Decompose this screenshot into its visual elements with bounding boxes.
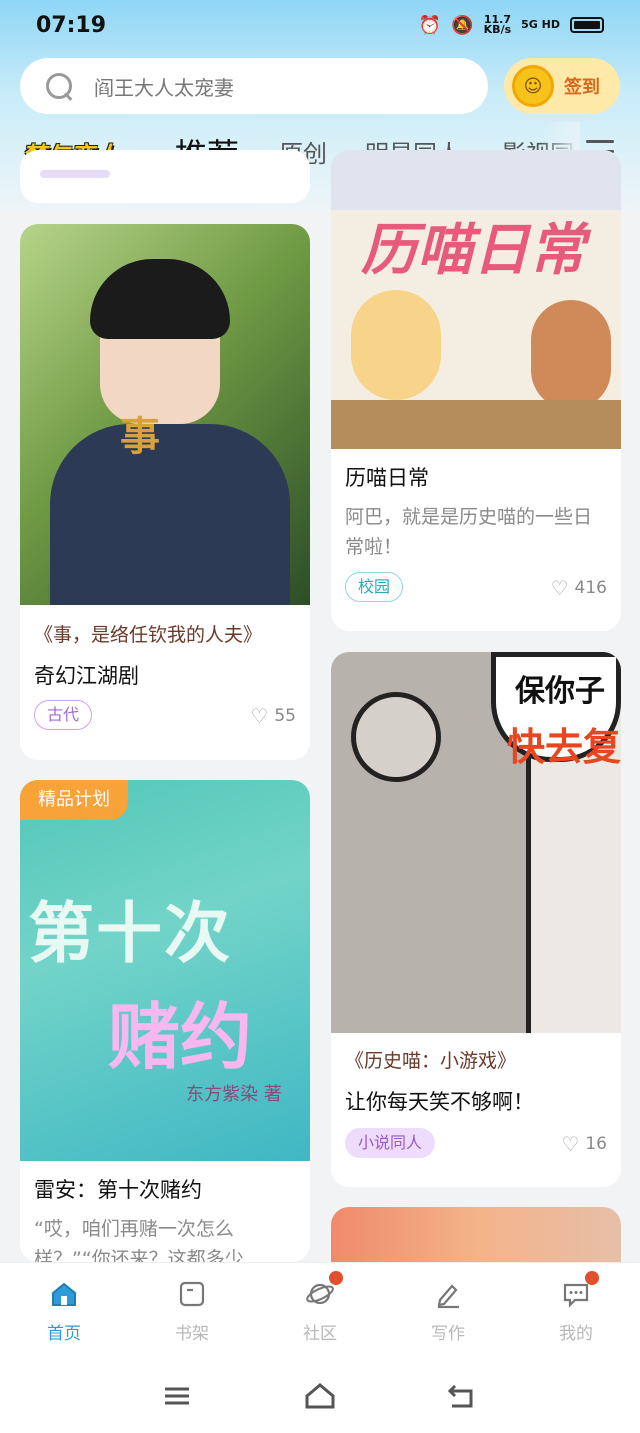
card-title: 让你每天笑不够啊！	[345, 1090, 534, 1114]
nav-label: 写作	[431, 1324, 465, 1344]
tag-partial	[40, 170, 110, 178]
nav-community[interactable]: 社区	[280, 1271, 360, 1344]
signin-button[interactable]: ☺ 签到	[504, 58, 620, 114]
nav-label: 我的	[559, 1324, 593, 1344]
cover-sky	[331, 150, 621, 210]
chibi-character	[531, 300, 611, 410]
notification-dot	[329, 1271, 343, 1285]
signin-label: 签到	[564, 77, 600, 98]
battery-icon	[570, 17, 604, 33]
planet-icon	[305, 1271, 343, 1309]
card-title: 历喵日常	[345, 466, 429, 490]
nav-label: 社区	[303, 1324, 337, 1344]
search-icon	[44, 71, 74, 101]
portrait-hair	[90, 259, 230, 339]
signal-label: 5G HD	[521, 18, 560, 31]
like-count[interactable]: ♡ 416	[551, 576, 607, 600]
like-value: 416	[574, 578, 607, 598]
cover-image: 事	[20, 224, 310, 605]
back-nav-icon[interactable]	[446, 1382, 476, 1410]
cover-image: 历喵日常	[331, 150, 621, 449]
cover-text-mid: 快去复	[507, 725, 621, 769]
system-nav	[0, 1362, 640, 1433]
net-speed: 11.7 KB/s	[483, 14, 512, 36]
premium-badge: 精品计划	[20, 780, 128, 820]
cover-image: 第十次 赌约 东方紫染 著	[20, 780, 310, 1161]
nav-me[interactable]: 我的	[536, 1271, 616, 1344]
cover-calligraphy: 事	[120, 414, 160, 460]
signin-icon: ☺	[512, 65, 554, 107]
like-count[interactable]: ♡ 55	[250, 704, 296, 728]
chibi-character	[351, 290, 441, 400]
feed-card[interactable]: 历喵日常 历喵日常 阿巴，就是是历史喵的一些日常啦！ 校园 ♡ 416	[331, 150, 621, 631]
card-quote: 《历史喵：小游戏》	[345, 1050, 517, 1072]
bookshelf-icon	[177, 1279, 207, 1309]
mute-icon: 🔕	[451, 14, 474, 36]
bottom-nav: 首页 书架 社区 写作 我的	[0, 1262, 640, 1362]
nav-home[interactable]: 首页	[24, 1279, 104, 1344]
card-title: 雷安：第十次赌约	[34, 1178, 202, 1202]
pen-icon	[433, 1279, 463, 1309]
heart-icon: ♡	[250, 704, 269, 728]
like-value: 16	[585, 1134, 607, 1154]
nav-write[interactable]: 写作	[408, 1279, 488, 1344]
cover-image: 保你子 快去复	[331, 652, 621, 1033]
nav-label: 书架	[175, 1324, 209, 1344]
feed-card-partial[interactable]	[20, 150, 310, 203]
like-value: 55	[274, 706, 296, 726]
net-speed-unit: KB/s	[483, 23, 512, 36]
cover-floor	[331, 400, 621, 449]
card-tag[interactable]: 校园	[345, 572, 404, 602]
search-input[interactable]: 阎王大人太宠妻	[94, 72, 234, 101]
card-desc: 阿巴，就是是历史喵的一些日常啦！	[345, 506, 593, 558]
notification-dot	[585, 1271, 599, 1285]
nav-bookshelf[interactable]: 书架	[152, 1279, 232, 1344]
heart-icon: ♡	[561, 1132, 580, 1156]
card-tag[interactable]: 小说同人	[345, 1128, 436, 1158]
alarm-icon: ⏰	[418, 14, 442, 36]
cover-text: 历喵日常	[361, 218, 585, 283]
portrait-robe	[50, 424, 290, 605]
card-quote: 《事，是络任钦我的人夫》	[34, 624, 263, 646]
like-count[interactable]: ♡ 16	[561, 1132, 607, 1156]
card-tag[interactable]: 古代	[34, 700, 93, 730]
status-bar: 07:19 ⏰ 🔕 11.7 KB/s 5G HD	[0, 0, 640, 50]
home-nav-icon[interactable]	[304, 1382, 335, 1410]
status-time: 07:19	[36, 12, 107, 38]
feed-card[interactable]: 事 《事，是络任钦我的人夫》 奇幻江湖剧 古代 ♡ 55	[20, 224, 310, 760]
card-desc: “哎，咱们再赌一次怎么样？”“你还来？这都多少…	[34, 1218, 263, 1262]
home-icon	[49, 1279, 79, 1309]
search-bar[interactable]: 阎王大人太宠妻	[20, 58, 488, 114]
cover-author: 东方紫染 著	[186, 1084, 282, 1105]
menu-nav-icon[interactable]	[162, 1382, 192, 1410]
feed-card[interactable]: 保你子 快去复 《历史喵：小游戏》 让你每天笑不够啊！ 小说同人 ♡ 16	[331, 652, 621, 1187]
cover-sketch-head	[351, 692, 441, 782]
cover-title-bottom: 赌约	[108, 995, 253, 1079]
card-title: 奇幻江湖剧	[34, 664, 139, 688]
feed-card[interactable]: 第十次 赌约 东方紫染 著 精品计划 雷安：第十次赌约 “哎，咱们再赌一次怎么样…	[20, 780, 310, 1262]
cover-title-top: 第十次	[28, 895, 232, 972]
message-icon	[561, 1271, 599, 1309]
heart-icon: ♡	[550, 576, 569, 600]
status-icons: ⏰ 🔕 11.7 KB/s 5G HD	[418, 14, 604, 36]
cover-text-top: 保你子	[515, 674, 605, 709]
nav-label: 首页	[47, 1324, 81, 1344]
